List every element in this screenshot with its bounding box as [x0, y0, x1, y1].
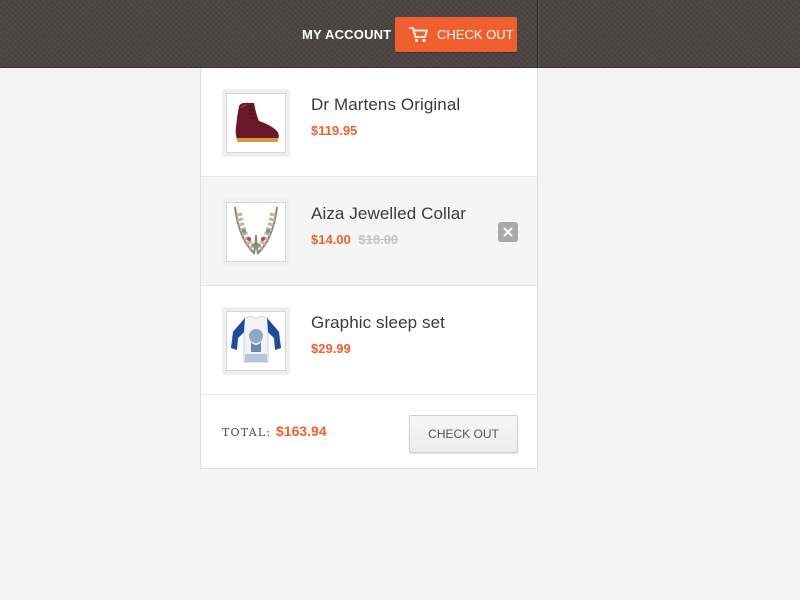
total-label: TOTAL:	[222, 426, 272, 439]
boot-icon	[235, 102, 279, 142]
cart-item[interactable]: Graphic sleep set $29.99	[201, 286, 537, 395]
product-thumbnail	[222, 198, 290, 266]
item-price: $119.95	[311, 123, 357, 138]
total-value: $163.94	[276, 423, 327, 439]
product-thumbnail	[222, 89, 290, 157]
my-account-link[interactable]: MY ACCOUNT	[302, 26, 391, 44]
cart-item[interactable]: Aiza Jewelled Collar $14.00 $18.00	[201, 177, 537, 286]
item-name: Aiza Jewelled Collar	[311, 204, 467, 223]
item-price: $29.99	[311, 341, 351, 356]
necklace-icon	[234, 206, 278, 255]
product-thumbnail	[222, 307, 290, 375]
cart-dropdown: Dr Martens Original $119.95 Aiza Jewelle…	[200, 68, 538, 469]
topbar-divider	[537, 0, 538, 68]
item-price: $14.00 $18.00	[311, 232, 398, 247]
item-current-price: $29.99	[311, 341, 351, 356]
item-current-price: $14.00	[311, 232, 351, 247]
cart-checkout-button[interactable]: CHECK OUT	[409, 415, 518, 453]
header-checkout-button[interactable]: CHECK OUT	[395, 17, 517, 52]
cart-footer: TOTAL: $163.94 CHECK OUT	[201, 396, 537, 468]
header-checkout-label: CHECK OUT	[437, 27, 514, 42]
cart-item[interactable]: Dr Martens Original $119.95	[201, 68, 537, 177]
item-name: Dr Martens Original	[311, 95, 461, 114]
item-current-price: $119.95	[311, 123, 358, 138]
top-navigation-bar: MY ACCOUNT CHECK OUT	[0, 0, 800, 68]
item-name: Graphic sleep set	[311, 313, 445, 332]
remove-item-button[interactable]	[498, 222, 518, 242]
shopping-cart-icon	[409, 27, 428, 42]
close-icon	[503, 227, 513, 237]
item-old-price: $18.00	[358, 232, 399, 247]
shirt-icon	[231, 315, 281, 363]
